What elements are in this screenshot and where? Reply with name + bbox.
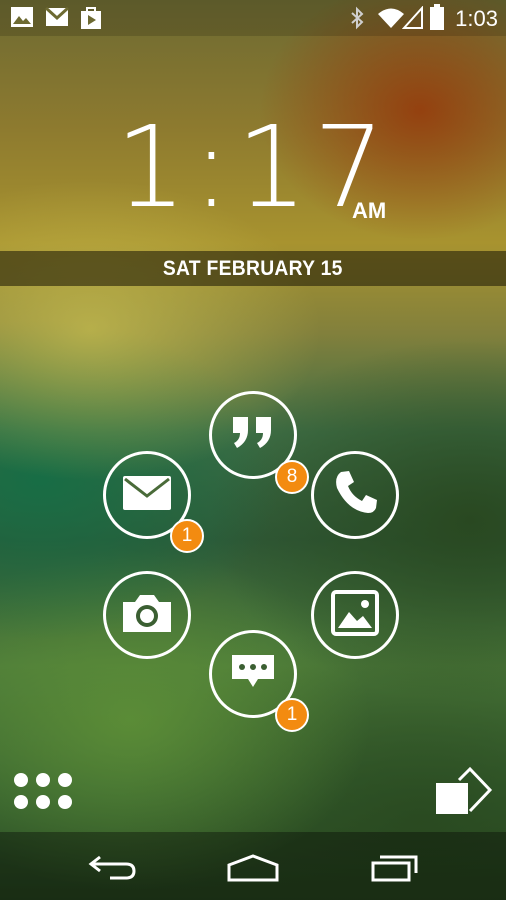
app-drawer-icon [12,773,74,815]
clock-time: 1:17 [115,103,391,233]
signal-icon [401,5,424,35]
lock-clock: 1:17 AM [0,112,506,224]
date-band: SAT FEBRUARY 15 [0,251,506,286]
status-bar: 1:03 [0,0,506,36]
picture-icon [331,589,379,641]
quote-icon [229,413,277,458]
home-icon[interactable] [226,853,280,888]
recents-icon[interactable] [370,854,420,887]
messaging-badge: 1 [275,698,309,732]
status-time: 1:03 [455,6,498,31]
date-label: SAT FEBRUARY 15 [163,257,343,280]
camera-button[interactable] [103,571,191,659]
app-drawer-button[interactable] [12,771,74,816]
phone-icon [331,469,379,522]
gallery-button[interactable] [311,571,399,659]
envelope-icon [122,475,172,516]
play-store-icon [80,6,102,35]
chat-bubble-icon [229,652,277,697]
unlock-button[interactable] [433,766,495,823]
image-icon [10,6,34,33]
camera-icon [121,592,173,639]
navigation-bar [0,832,506,900]
clock-ampm: AM [352,198,387,223]
gmail-icon [44,6,70,33]
back-icon[interactable] [88,854,138,887]
unlock-arrow-icon [433,766,495,822]
phone-button[interactable] [311,451,399,539]
battery-icon [430,4,444,35]
bluetooth-icon [350,6,364,35]
email-badge: 1 [170,519,204,553]
hangouts-badge: 8 [275,460,309,494]
